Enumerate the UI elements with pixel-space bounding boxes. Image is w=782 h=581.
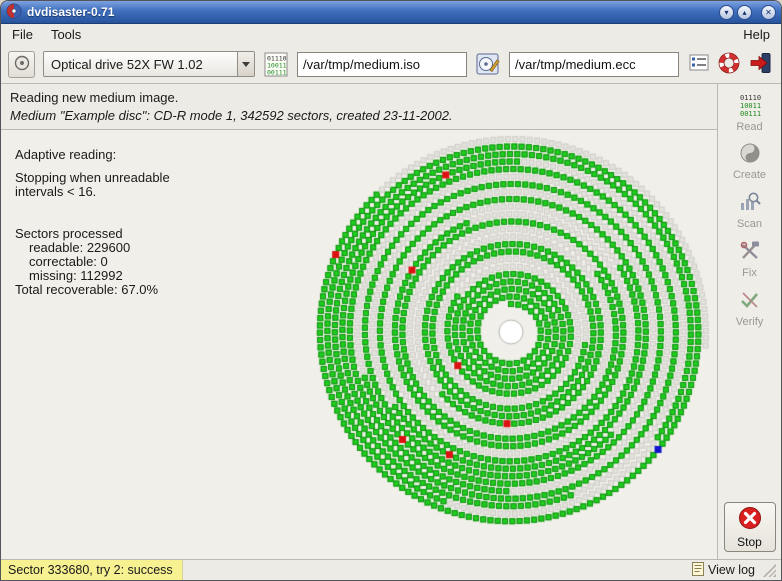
- ecc-file-input[interactable]: [509, 51, 679, 77]
- view-log-label: View log: [707, 563, 755, 577]
- scan-button-label: Scan: [736, 218, 763, 230]
- scan-button[interactable]: Scan: [722, 187, 778, 233]
- read-button-label: Read: [736, 120, 763, 133]
- stop-button-label: Stop: [737, 535, 762, 549]
- resize-grip[interactable]: [763, 563, 776, 577]
- app-icon: [6, 3, 22, 22]
- action-sidebar: 01110 10011 00111 Read Create Scan Fix V…: [717, 84, 781, 559]
- stop-condition-line1: Stopping when unreadable: [15, 170, 170, 185]
- preferences-button[interactable]: [688, 53, 710, 75]
- stop-condition-line2: intervals < 16.: [15, 184, 97, 199]
- operation-status-area: Reading new medium image. Medium "Exampl…: [1, 84, 717, 130]
- drive-combo-value: Optical drive 52X FW 1.02: [51, 56, 203, 72]
- drive-combo[interactable]: Optical drive 52X FW 1.02: [43, 51, 255, 77]
- disc-spiral-visualization: [311, 132, 711, 532]
- quit-icon: [749, 51, 773, 78]
- ecc-file-icon: [475, 52, 501, 76]
- app-window: dvdisaster-0.71 ▾ ▴ ✕ File Tools Help Op…: [0, 0, 782, 581]
- create-button[interactable]: Create: [722, 138, 778, 184]
- svg-text:00111: 00111: [267, 68, 287, 76]
- chevron-down-icon: [237, 52, 254, 76]
- help-button[interactable]: [717, 51, 741, 78]
- image-file-icon: 01110 10011 00111: [263, 52, 289, 77]
- drive-select-button[interactable]: [8, 50, 35, 78]
- toolbar-right-group: [688, 50, 774, 79]
- sectors-missing: missing: 112992: [29, 268, 123, 283]
- maximize-button[interactable]: ▴: [737, 4, 752, 20]
- fix-icon: [738, 239, 762, 266]
- menu-tools[interactable]: Tools: [44, 26, 88, 43]
- status-message: Sector 333680, try 2: success: [1, 560, 183, 580]
- svg-text:01110: 01110: [740, 94, 761, 102]
- menu-help[interactable]: Help: [736, 26, 777, 43]
- close-button[interactable]: ✕: [761, 4, 776, 20]
- operation-status-line: Reading new medium image.: [10, 90, 179, 105]
- verify-button[interactable]: Verify: [722, 285, 778, 331]
- scan-icon: [738, 190, 762, 217]
- titlebar[interactable]: dvdisaster-0.71 ▾ ▴ ✕: [1, 1, 781, 24]
- reading-info-block: Adaptive reading: Stopping when unreadab…: [15, 148, 170, 297]
- read-icon: 01110 10011 00111: [737, 92, 763, 120]
- fix-button[interactable]: Fix: [722, 236, 778, 282]
- adaptive-reading-title: Adaptive reading:: [15, 147, 117, 162]
- window-controls: ▾ ▴ ✕: [719, 4, 776, 20]
- statusbar: Sector 333680, try 2: success View log: [1, 559, 781, 580]
- window-title: dvdisaster-0.71: [27, 5, 115, 19]
- image-file-input[interactable]: [297, 51, 467, 77]
- menubar: File Tools Help: [1, 24, 781, 45]
- create-button-label: Create: [732, 169, 767, 181]
- stop-button[interactable]: Stop: [723, 502, 776, 552]
- preferences-icon: [689, 54, 709, 74]
- minimize-button[interactable]: ▾: [719, 4, 734, 20]
- verify-button-label: Verify: [735, 316, 764, 328]
- reading-panel: Adaptive reading: Stopping when unreadab…: [1, 130, 717, 559]
- sectors-correctable: correctable: 0: [29, 254, 108, 269]
- svg-text:00111: 00111: [740, 110, 761, 117]
- svg-text:10011: 10011: [740, 102, 761, 110]
- main-column: Reading new medium image. Medium "Exampl…: [1, 84, 717, 559]
- quit-button[interactable]: [748, 50, 774, 79]
- body: Reading new medium image. Medium "Exampl…: [1, 84, 781, 559]
- lifesaver-icon: [718, 52, 740, 77]
- menu-file[interactable]: File: [5, 26, 40, 43]
- read-button[interactable]: 01110 10011 00111 Read: [722, 89, 778, 135]
- drive-icon: [13, 54, 31, 75]
- create-icon: [738, 141, 762, 168]
- stop-icon: [737, 505, 763, 534]
- verify-icon: [738, 288, 762, 315]
- sectors-readable: readable: 229600: [29, 240, 131, 255]
- medium-info-line: Medium "Example disc": CD-R mode 1, 3425…: [10, 108, 453, 123]
- toolbar: Optical drive 52X FW 1.02 01110 10011 00…: [1, 45, 781, 84]
- view-log-button[interactable]: View log: [691, 561, 755, 579]
- fix-button-label: Fix: [742, 267, 757, 279]
- total-recoverable: Total recoverable: 67.0%: [15, 282, 159, 297]
- sectors-processed-title: Sectors processed: [15, 226, 123, 241]
- log-icon: [691, 561, 704, 579]
